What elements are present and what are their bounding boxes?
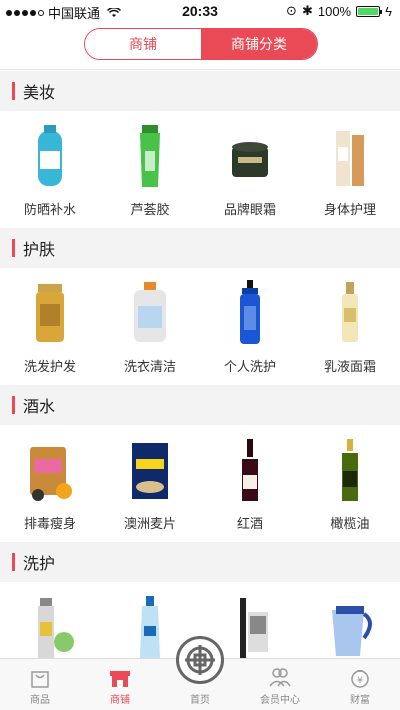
battery-icon xyxy=(356,5,383,17)
wine-bottle-icon xyxy=(242,439,258,501)
section-title: 护肤 xyxy=(23,242,56,259)
shop-icon xyxy=(110,671,130,687)
tab-wealth[interactable]: ¥ 财富 xyxy=(320,659,400,710)
detergent-bottle-icon xyxy=(134,282,166,342)
category-label: 乳液面霜 xyxy=(323,359,376,374)
spray-can-icon xyxy=(38,598,74,658)
bag-icon xyxy=(31,671,49,688)
eye-cream-jar-icon xyxy=(232,142,268,177)
category-item[interactable]: 品牌眼霜 xyxy=(200,111,300,228)
body-care-bottles-icon xyxy=(336,131,364,186)
category-item[interactable]: 澳洲麦片 xyxy=(100,425,200,542)
water-bottle-icon xyxy=(140,596,160,658)
category-label: 身体护理 xyxy=(323,202,376,217)
detox-pouch-icon xyxy=(30,447,72,501)
shampoo-bottle-icon xyxy=(36,284,64,342)
category-grid: 防晒补水 芦荟胶 品牌眼霜 身体护理 xyxy=(0,111,400,228)
category-label: 橄榄油 xyxy=(330,516,370,531)
tab-label: 商铺 xyxy=(110,695,130,706)
electric-toothbrush-icon xyxy=(240,598,268,658)
tab-label: 首页 xyxy=(190,695,210,706)
section-title: 酒水 xyxy=(23,399,56,416)
tab-label: 财富 xyxy=(350,695,370,706)
category-label: 洗发护发 xyxy=(23,359,76,374)
section-title: 洗护 xyxy=(23,556,56,573)
category-label: 澳洲麦片 xyxy=(123,516,176,531)
battery-percent: 100% xyxy=(317,3,352,19)
money-bag-icon: ¥ xyxy=(351,670,369,688)
section-header: 美妆 xyxy=(0,71,400,111)
category-label: 品牌眼霜 xyxy=(223,202,276,217)
segmented-control: 商铺 商铺分类 xyxy=(84,28,318,60)
category-label: 芦荟胶 xyxy=(130,202,170,217)
tab-shops-nav[interactable]: 商铺 xyxy=(80,659,160,710)
category-item[interactable]: 防晒补水 xyxy=(0,111,100,228)
category-item[interactable]: 身体护理 xyxy=(300,111,400,228)
category-grid: 洗发护发 洗衣清洁 个人洗护 乳液面霜 xyxy=(0,268,400,385)
section-header: 酒水 xyxy=(0,385,400,425)
lock-rotation-icon: ⊙ xyxy=(286,3,297,18)
tab-label: 会员中心 xyxy=(260,695,300,706)
section-title: 美妆 xyxy=(23,85,56,102)
category-item[interactable] xyxy=(300,582,400,658)
bluetooth-icon: ✱ xyxy=(301,3,313,18)
pump-bottle-icon xyxy=(240,280,260,344)
members-icon xyxy=(269,668,291,687)
tab-label: 商品 xyxy=(30,695,50,706)
muesli-bag-icon xyxy=(132,443,168,499)
category-item[interactable]: 橄榄油 xyxy=(300,425,400,542)
svg-text:¥: ¥ xyxy=(357,676,363,686)
category-label: 排毒瘦身 xyxy=(23,516,76,531)
category-list[interactable]: 美妆防晒补水 芦荟胶 品牌眼霜 身体护理护肤洗发护发 洗衣清洁 个人洗护 乳液面霜酒水排毒瘦… xyxy=(0,71,400,658)
category-item[interactable]: 排毒瘦身 xyxy=(0,425,100,542)
category-item[interactable]: 个人洗护 xyxy=(200,268,300,385)
category-item[interactable] xyxy=(0,582,100,658)
header: 商铺 商铺分类 xyxy=(0,22,400,70)
category-item[interactable]: 芦荟胶 xyxy=(100,111,200,228)
section-accent-bar xyxy=(12,396,15,414)
category-item[interactable]: 乳液面霜 xyxy=(300,268,400,385)
category-item[interactable]: 洗发护发 xyxy=(0,268,100,385)
category-label: 个人洗护 xyxy=(223,359,276,374)
tab-products[interactable]: 商品 xyxy=(0,659,80,710)
category-item[interactable]: 洗衣清洁 xyxy=(100,268,200,385)
category-item[interactable]: 红酒 xyxy=(200,425,300,542)
category-label: 洗衣清洁 xyxy=(123,359,176,374)
section-accent-bar xyxy=(12,82,15,100)
status-right: ⊙ ✱ 100% ϟ xyxy=(286,3,392,19)
tab-members[interactable]: 会员中心 xyxy=(240,659,320,710)
aloe-gel-tube-icon xyxy=(140,125,160,187)
tab-shops[interactable]: 商铺 xyxy=(85,29,201,59)
olive-oil-bottle-icon xyxy=(342,439,358,501)
tab-shop-categories[interactable]: 商铺分类 xyxy=(201,29,317,59)
category-label: 红酒 xyxy=(236,516,263,531)
home-icon xyxy=(185,645,215,675)
charging-icon: ϟ xyxy=(385,3,392,19)
section-accent-bar xyxy=(12,553,15,571)
category-label: 防晒补水 xyxy=(23,202,76,217)
section-accent-bar xyxy=(12,239,15,257)
lotion-bottle-icon xyxy=(342,282,358,342)
home-button[interactable] xyxy=(176,636,224,684)
section-header: 洗护 xyxy=(0,542,400,582)
category-grid: 排毒瘦身 澳洲麦片 红酒 橄榄油 xyxy=(0,425,400,542)
water-filter-pitcher-icon xyxy=(332,606,372,656)
section-header: 护肤 xyxy=(0,228,400,268)
status-bar: 中国联通 20:33 ⊙ ✱ 100% ϟ xyxy=(0,0,400,22)
sunscreen-bottle-icon xyxy=(38,125,62,186)
